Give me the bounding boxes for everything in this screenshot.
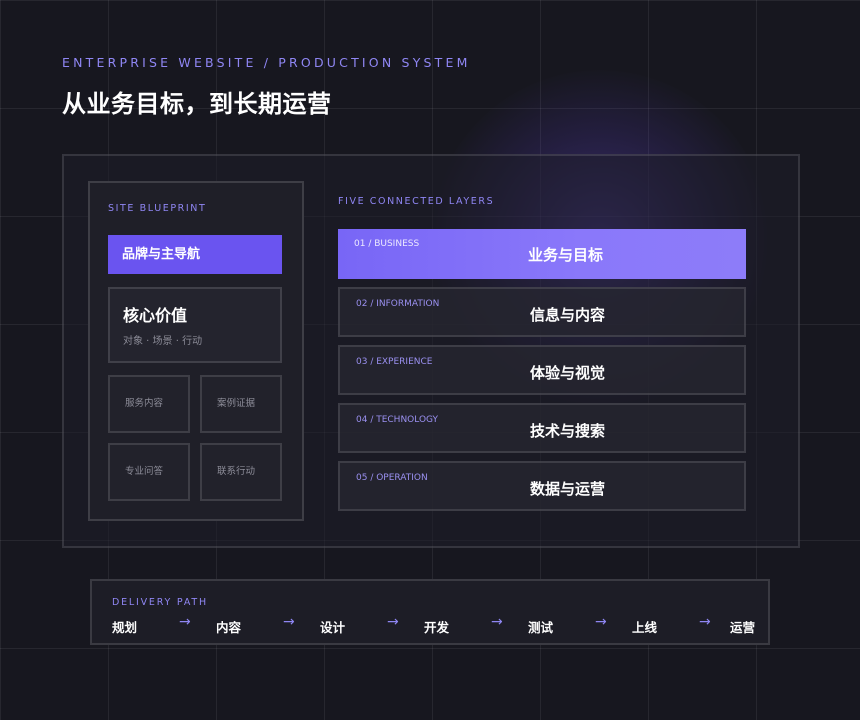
blueprint-cell-services[interactable]: 服务内容: [108, 375, 190, 433]
arrow-right-icon: →: [179, 614, 191, 630]
core-value-title: 核心价值: [123, 306, 188, 325]
arrow-right-icon: →: [283, 614, 295, 630]
layer-technology[interactable]: 04 / TECHNOLOGY 技术与搜索: [338, 403, 746, 453]
layer-name: 数据与运营: [530, 480, 606, 498]
arrow-right-icon: →: [595, 614, 607, 630]
blueprint-cell-faq[interactable]: 专业问答: [108, 443, 190, 501]
delivery-step-operate: 运营: [730, 620, 756, 635]
delivery-step-content: 内容: [216, 620, 242, 635]
delivery-step-develop: 开发: [424, 620, 450, 635]
layer-code: 03 / EXPERIENCE: [356, 357, 433, 367]
page-eyebrow: ENTERPRISE WEBSITE / PRODUCTION SYSTEM: [62, 55, 471, 70]
blueprint-cell-contact[interactable]: 联系行动: [200, 443, 282, 501]
layer-name: 业务与目标: [528, 246, 604, 264]
core-value-subtitle: 对象 · 场景 · 行动: [123, 336, 203, 347]
layer-code: 02 / INFORMATION: [356, 299, 440, 309]
blueprint-nav-bar[interactable]: 品牌与主导航: [108, 235, 282, 274]
layer-name: 信息与内容: [530, 306, 606, 324]
delivery-step-test: 测试: [528, 620, 554, 635]
arrow-right-icon: →: [491, 614, 503, 630]
delivery-step-plan: 规划: [112, 620, 138, 635]
layer-name: 体验与视觉: [530, 364, 606, 382]
blueprint-cell-cases[interactable]: 案例证据: [200, 375, 282, 433]
delivery-step-design: 设计: [320, 620, 346, 635]
layer-code: 01 / BUSINESS: [354, 239, 420, 249]
arrow-right-icon: →: [387, 614, 399, 630]
delivery-path-label: DELIVERY PATH: [112, 597, 208, 608]
layer-code: 05 / OPERATION: [356, 473, 428, 483]
layer-information[interactable]: 02 / INFORMATION 信息与内容: [338, 287, 746, 337]
layer-business[interactable]: 01 / BUSINESS 业务与目标: [338, 229, 746, 279]
layers-label: FIVE CONNECTED LAYERS: [338, 196, 495, 207]
delivery-step-launch: 上线: [632, 620, 658, 635]
layer-name: 技术与搜索: [530, 422, 606, 440]
layer-operation[interactable]: 05 / OPERATION 数据与运营: [338, 461, 746, 511]
arrow-right-icon: →: [699, 614, 711, 630]
layer-code: 04 / TECHNOLOGY: [356, 415, 439, 425]
site-blueprint-label: SITE BLUEPRINT: [108, 203, 207, 214]
page-title: 从业务目标，到长期运营: [62, 90, 332, 118]
blueprint-core-value-card[interactable]: 核心价值 对象 · 场景 · 行动: [108, 287, 282, 363]
layer-experience[interactable]: 03 / EXPERIENCE 体验与视觉: [338, 345, 746, 395]
